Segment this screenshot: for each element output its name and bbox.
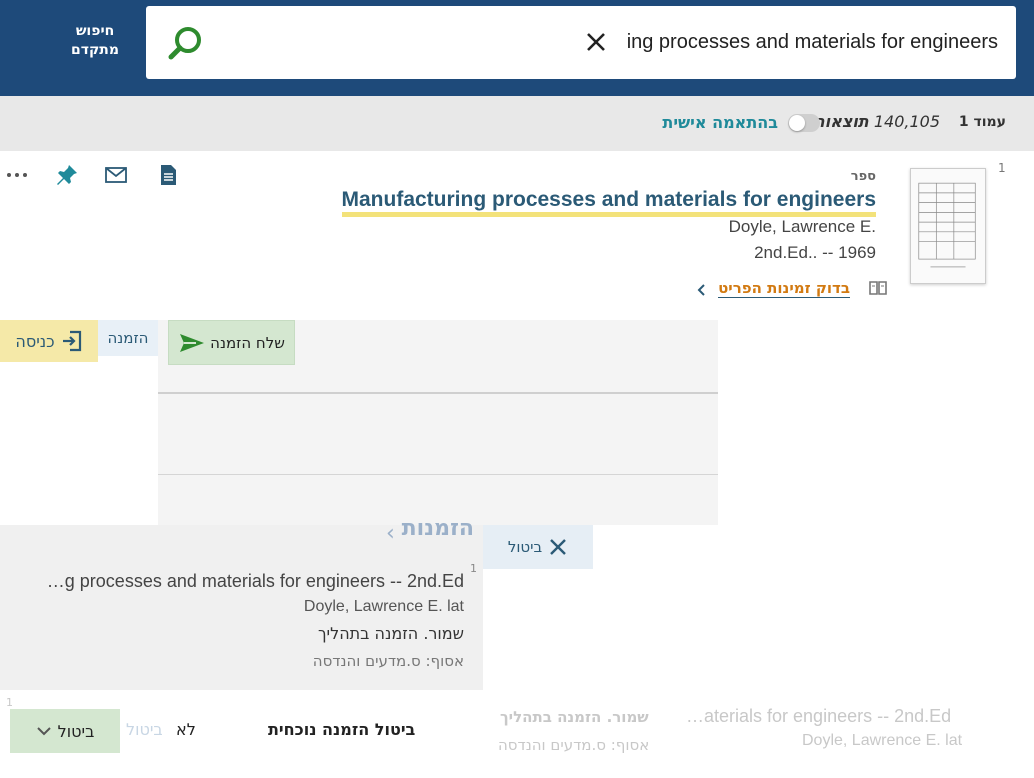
request-number: 1 bbox=[470, 562, 477, 575]
request-author: Doyle, Lawrence E. lat bbox=[303, 598, 464, 615]
chevron-down-icon bbox=[36, 727, 51, 736]
search-box bbox=[146, 6, 1016, 79]
result-count-number: 140,105 bbox=[873, 112, 940, 131]
login-icon bbox=[62, 330, 81, 352]
cancel-button[interactable]: ביטול bbox=[10, 709, 120, 753]
cancel-requests-button[interactable]: ביטול bbox=[483, 525, 593, 569]
send-request-label: שלח הזמנה bbox=[210, 333, 285, 352]
result-edition: 2nd.Ed.. -- 1969 bbox=[754, 243, 876, 262]
ghost-cancel-label: ביטול bbox=[126, 720, 163, 739]
requests-title: הזמנות bbox=[401, 516, 474, 541]
results-word: תוצאות bbox=[813, 112, 869, 131]
request-collection: אסוף: ס.מדעים והנדסה bbox=[312, 652, 464, 670]
login-button[interactable]: כניסה bbox=[0, 320, 98, 362]
ghost-title: …aterials for engineers -- 2nd.Ed bbox=[686, 706, 952, 726]
ghost-collection: אסוף: ס.מדעים והנדסה bbox=[498, 736, 650, 754]
request-tab[interactable]: הזמנה bbox=[98, 320, 158, 356]
result-card: 1 ספר Manufacturing processes and materi… bbox=[0, 151, 1022, 321]
email-icon[interactable] bbox=[104, 163, 128, 187]
search-icon[interactable] bbox=[166, 24, 206, 64]
result-author: Doyle, Lawrence E. bbox=[728, 217, 876, 236]
login-label: כניסה bbox=[15, 331, 55, 351]
resource-type: ספר bbox=[850, 169, 876, 184]
search-input[interactable] bbox=[618, 22, 998, 62]
close-icon bbox=[550, 539, 567, 555]
more-icon[interactable] bbox=[5, 163, 29, 187]
ghost-status: שמור. הזמנה בתהליך bbox=[500, 708, 649, 726]
cancel-button-label: ביטול bbox=[57, 721, 95, 741]
request-status: שמור. הזמנה בתהליך bbox=[317, 624, 464, 643]
personalize-label[interactable]: בהתאמה אישית bbox=[662, 113, 778, 132]
chevron-left-icon: ‹ bbox=[386, 521, 395, 546]
send-icon bbox=[180, 333, 205, 352]
pin-icon[interactable] bbox=[55, 163, 79, 187]
cancel-requests-label: ביטול bbox=[507, 538, 543, 556]
no-button[interactable]: לא bbox=[176, 720, 196, 739]
chevron-right-icon[interactable] bbox=[696, 283, 708, 297]
availability-link[interactable]: בדוק זמינות הפריט bbox=[718, 279, 850, 298]
page-label: עמוד 1 bbox=[958, 114, 1006, 130]
cancel-current-request-label: ביטול הזמנה נוכחית bbox=[268, 720, 416, 739]
top-bar: חיפוש מתקדם bbox=[0, 0, 1034, 96]
divider bbox=[158, 474, 718, 475]
document-icon[interactable] bbox=[156, 163, 180, 187]
book-icon bbox=[869, 281, 887, 295]
divider bbox=[158, 392, 718, 394]
result-title[interactable]: Manufacturing processes and materials fo… bbox=[341, 187, 876, 217]
send-request-button[interactable]: שלח הזמנה bbox=[168, 320, 295, 365]
ghost-number: 1 bbox=[6, 696, 13, 709]
advanced-search-link[interactable]: חיפוש מתקדם bbox=[50, 22, 140, 60]
personalize-toggle[interactable] bbox=[788, 114, 820, 132]
request-title: …g processes and materials for engineers… bbox=[46, 571, 464, 591]
book-cover-thumbnail[interactable] bbox=[910, 168, 986, 284]
results-bar: עמוד 1 140,105 תוצאות בהתאמה אישית bbox=[0, 96, 1034, 151]
ghost-author: Doyle, Lawrence E. lat bbox=[802, 732, 963, 749]
result-number: 1 bbox=[998, 161, 1006, 175]
close-icon[interactable] bbox=[582, 28, 610, 56]
result-count: 140,105 תוצאות bbox=[814, 112, 940, 131]
